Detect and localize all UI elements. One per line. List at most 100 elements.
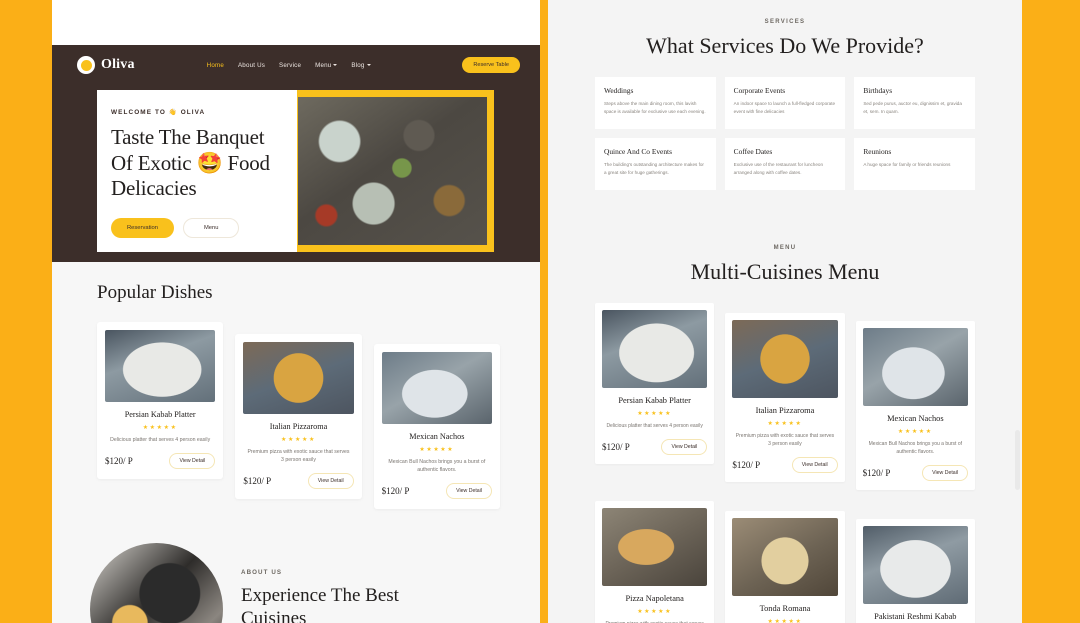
about-us-section: ABOUT US Experience The Best Cuisines bbox=[52, 530, 540, 623]
rating-stars: ★★★★★ bbox=[897, 429, 933, 435]
brand-logo[interactable]: Oliva bbox=[77, 56, 135, 74]
view-detail-button[interactable]: View Detail bbox=[661, 438, 708, 455]
hero-food-image bbox=[298, 97, 487, 245]
nav-item-menu[interactable]: Menu bbox=[315, 61, 338, 69]
dish-footer: $120/ P View Detail bbox=[105, 452, 216, 469]
hero-title-line-3: Delicacies bbox=[111, 176, 197, 201]
nav-item-blog[interactable]: Blog bbox=[351, 62, 371, 69]
rating-stars: ★★★★★ bbox=[637, 608, 673, 615]
service-name: Reunions bbox=[863, 147, 892, 156]
dish-image bbox=[243, 342, 354, 414]
brand-name: Oliva bbox=[101, 57, 135, 72]
about-us-eyebrow: ABOUT US bbox=[241, 568, 283, 576]
rating-stars: ★★★★★ bbox=[767, 618, 803, 623]
rating-stars: ★★★★★ bbox=[637, 411, 673, 417]
menu-item-name: Italian Pizzaroma bbox=[755, 406, 815, 415]
reservation-button[interactable]: Reservation bbox=[111, 217, 174, 238]
about-us-title-line-1: Experience The Best bbox=[241, 584, 399, 606]
menu-item-footer: $120/ P View Detail bbox=[602, 438, 708, 455]
menu-item-image bbox=[602, 310, 708, 388]
right-preview-panel: SERVICES What Services Do We Provide? We… bbox=[548, 0, 1022, 623]
menu-grid: Persian Kabab Platter ★★★★★ Delicious pl… bbox=[548, 285, 1022, 623]
about-us-title: Experience The Best Cuisines bbox=[241, 584, 399, 623]
service-description: Steps above the main dining room, this l… bbox=[604, 101, 706, 114]
dish-description: Delicious platter that serves 4 person e… bbox=[110, 437, 211, 443]
service-name: Birthdays bbox=[863, 86, 893, 95]
hero-title-line-1: Taste The Banquet bbox=[111, 125, 265, 149]
dish-card[interactable]: Italian Pizzaroma ★★★★★ Premium pizza wi… bbox=[235, 334, 362, 499]
nav-item-service[interactable]: Service bbox=[279, 62, 301, 69]
about-us-image bbox=[90, 542, 223, 623]
scrollbar[interactable] bbox=[1015, 430, 1020, 490]
reserve-table-button[interactable]: Reserve Table bbox=[462, 57, 520, 73]
menu-item-image bbox=[602, 507, 708, 586]
hero-body: WELCOME TO 👋 OLIVA Taste The Banquet Of … bbox=[97, 90, 520, 252]
services-grid: Weddings Steps above the main dining roo… bbox=[548, 59, 1022, 190]
menu-item-image bbox=[732, 320, 838, 398]
dish-price: $120/ P bbox=[243, 475, 272, 486]
menu-item-image bbox=[862, 525, 968, 604]
menu-item-footer: $120/ P View Detail bbox=[732, 456, 838, 473]
menu-item-name: Tonda Romana bbox=[759, 603, 811, 613]
dish-description: Premium pizza with exotic sauce that ser… bbox=[247, 449, 350, 463]
menu-item-card[interactable]: Tonda Romana ★★★★★ Premium pizza with ex… bbox=[725, 510, 845, 623]
service-description: Exclusive use of the restaurant for lunc… bbox=[733, 162, 824, 175]
about-us-text: ABOUT US Experience The Best Cuisines bbox=[241, 543, 399, 623]
service-card[interactable]: Reunions A huge space for family or frie… bbox=[854, 138, 975, 190]
popular-dishes-title: Popular Dishes bbox=[97, 282, 213, 303]
menu-item-price: $120/ P bbox=[602, 441, 630, 452]
menu-item-image bbox=[732, 517, 838, 596]
nav-item-home[interactable]: Home bbox=[207, 62, 224, 69]
menu-item-image bbox=[862, 328, 968, 406]
nav-item-about-us[interactable]: About Us bbox=[238, 62, 265, 69]
view-detail-button[interactable]: View Detail bbox=[169, 452, 216, 469]
service-card[interactable]: Corporate Events An indoor space to laun… bbox=[724, 77, 846, 129]
service-name: Quince And Co Events bbox=[604, 147, 672, 156]
menu-item-price: $120/ P bbox=[732, 459, 761, 470]
menu-button[interactable]: Menu bbox=[182, 217, 240, 238]
menu-item-card[interactable]: Pizza Napoletana ★★★★★ Premium pizza wit… bbox=[595, 500, 715, 623]
popular-dishes-row: Persian Kabab Platter ★★★★★ Delicious pl… bbox=[52, 322, 540, 509]
dish-card[interactable]: Mexican Nachos ★★★★★ Mexican Bull Nachos… bbox=[373, 344, 500, 509]
menu-item-description: Mexican Bull Nachos brings you a burst o… bbox=[868, 441, 963, 455]
dish-footer: $120/ P View Detail bbox=[243, 472, 354, 489]
nav-links: Home About Us Service Menu Blog bbox=[207, 62, 371, 69]
popular-dishes-section: Popular Dishes Persian Kabab Platter ★★★… bbox=[52, 262, 540, 531]
menu-item-name: Persian Kabab Platter bbox=[618, 396, 691, 405]
view-detail-button[interactable]: View Detail bbox=[922, 464, 968, 481]
dish-name: Italian Pizzaroma bbox=[269, 422, 328, 431]
menu-item-footer: $120/ P View Detail bbox=[863, 464, 968, 481]
services-section: SERVICES What Services Do We Provide? We… bbox=[548, 0, 1022, 190]
dish-name: Mexican Nachos bbox=[409, 432, 465, 441]
menu-item-card[interactable]: Pakistani Reshmi Kabab ★★★★★ Delicious p… bbox=[855, 518, 975, 623]
dish-price: $120/ P bbox=[105, 455, 133, 466]
dish-footer: $120/ P View Detail bbox=[381, 482, 492, 499]
nav-item-menu-label: Menu bbox=[315, 61, 332, 69]
hero-buttons: Reservation Menu bbox=[111, 217, 283, 238]
dish-description: Mexican Bull Nachos brings you a burst o… bbox=[388, 459, 486, 473]
view-detail-button[interactable]: View Detail bbox=[307, 472, 354, 489]
rating-stars: ★★★★★ bbox=[142, 425, 178, 431]
service-card[interactable]: Coffee Dates Exclusive use of the restau… bbox=[724, 138, 846, 190]
dish-image bbox=[105, 330, 216, 402]
services-eyebrow: SERVICES bbox=[764, 19, 806, 25]
menu-item-name: Pizza Napoletana bbox=[625, 593, 684, 603]
service-card[interactable]: Quince And Co Events The building's outs… bbox=[595, 138, 716, 190]
left-preview-panel: Oliva Home About Us Service Menu Blog Re… bbox=[52, 0, 540, 623]
dish-price: $120/ P bbox=[381, 485, 410, 496]
rating-stars: ★★★★★ bbox=[767, 421, 803, 427]
service-card[interactable]: Birthdays Sed pede purus, auctor eu, dig… bbox=[854, 77, 975, 129]
rating-stars: ★★★★★ bbox=[281, 437, 316, 443]
view-detail-button[interactable]: View Detail bbox=[791, 456, 838, 473]
service-card[interactable]: Weddings Steps above the main dining roo… bbox=[595, 77, 716, 129]
dish-card[interactable]: Persian Kabab Platter ★★★★★ Delicious pl… bbox=[97, 322, 224, 479]
left-panel-content: Oliva Home About Us Service Menu Blog Re… bbox=[52, 45, 540, 623]
service-description: The building's outstanding architecture … bbox=[604, 162, 704, 175]
menu-item-card[interactable]: Italian Pizzaroma ★★★★★ Premium pizza wi… bbox=[725, 313, 845, 482]
view-detail-button[interactable]: View Detail bbox=[446, 482, 492, 499]
menu-item-card[interactable]: Mexican Nachos ★★★★★ Mexican Bull Nachos… bbox=[855, 321, 975, 490]
menu-item-name: Pakistani Reshmi Kabab bbox=[874, 611, 957, 621]
dish-image bbox=[381, 352, 492, 424]
menu-eyebrow: MENU bbox=[773, 245, 797, 251]
menu-item-card[interactable]: Persian Kabab Platter ★★★★★ Delicious pl… bbox=[595, 303, 715, 464]
